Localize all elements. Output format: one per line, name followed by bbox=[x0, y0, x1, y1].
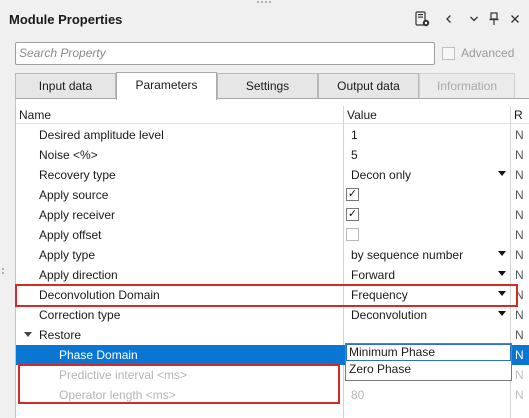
pin-icon[interactable] bbox=[485, 10, 503, 28]
property-extra: N bbox=[515, 388, 524, 402]
property-name: Recovery type bbox=[39, 168, 116, 182]
property-name: Deconvolution Domain bbox=[39, 288, 160, 302]
advanced-label: Advanced bbox=[461, 46, 515, 60]
property-name: Apply source bbox=[39, 188, 109, 202]
property-row[interactable]: Apply offset N bbox=[16, 225, 529, 245]
property-row[interactable]: Deconvolution Domain Frequency N bbox=[16, 285, 529, 305]
property-value[interactable]: Frequency bbox=[351, 288, 408, 302]
chevron-left-icon[interactable] bbox=[440, 10, 458, 28]
property-row[interactable]: Apply type by sequence number N bbox=[16, 245, 529, 265]
tab-settings[interactable]: Settings bbox=[217, 73, 318, 98]
phase-domain-dropdown[interactable]: Minimum Phase Zero Phase bbox=[345, 343, 512, 381]
property-value[interactable]: Forward bbox=[351, 268, 395, 282]
panel-header: Module Properties bbox=[0, 0, 529, 40]
apply-receiver-checkbox[interactable]: ✓ bbox=[346, 208, 359, 221]
property-name: Phase Domain bbox=[59, 348, 138, 362]
property-row[interactable]: Correction type Deconvolution N bbox=[16, 305, 529, 325]
tab-input-data[interactable]: Input data bbox=[15, 73, 116, 98]
property-extra: N bbox=[515, 308, 524, 322]
dropdown-arrow-icon[interactable] bbox=[498, 311, 506, 316]
dropdown-option[interactable]: Zero Phase bbox=[346, 361, 511, 378]
property-name: Correction type bbox=[39, 308, 121, 322]
dropdown-arrow-icon[interactable] bbox=[498, 291, 506, 296]
property-row[interactable]: Desired amplitude level 1 N bbox=[16, 125, 529, 145]
property-value[interactable]: 5 bbox=[351, 148, 358, 162]
property-name: Apply offset bbox=[39, 228, 102, 242]
advanced-checkbox[interactable] bbox=[442, 46, 455, 60]
column-header-value[interactable]: Value bbox=[347, 108, 377, 122]
property-name: Predictive interval <ms> bbox=[59, 368, 188, 382]
property-extra: N bbox=[515, 288, 524, 302]
property-row[interactable]: Apply source ✓ N bbox=[16, 185, 529, 205]
property-row[interactable]: Apply direction Forward N bbox=[16, 265, 529, 285]
tab-output-data[interactable]: Output data bbox=[318, 73, 419, 98]
property-extra: N bbox=[515, 208, 524, 222]
grid-header: Name Value R bbox=[16, 106, 529, 124]
property-extra: N bbox=[515, 268, 524, 282]
side-resize-grip[interactable] bbox=[2, 268, 5, 278]
property-value[interactable]: 1 bbox=[351, 128, 358, 142]
property-name: Apply direction bbox=[39, 268, 118, 282]
property-extra: N bbox=[515, 168, 524, 182]
collapse-triangle-icon[interactable] bbox=[24, 332, 32, 337]
column-header-name[interactable]: Name bbox=[19, 108, 51, 122]
apply-source-checkbox[interactable]: ✓ bbox=[346, 188, 359, 201]
chevron-down-icon[interactable] bbox=[465, 10, 483, 28]
tab-bar: Input data Parameters Settings Output da… bbox=[15, 72, 515, 100]
property-extra: N bbox=[515, 348, 524, 362]
property-row-disabled: Operator length <ms> 80 N bbox=[16, 385, 529, 405]
property-value[interactable]: by sequence number bbox=[351, 248, 463, 262]
property-extra: N bbox=[515, 328, 524, 342]
property-extra: N bbox=[515, 368, 524, 382]
property-value[interactable]: Deconvolution bbox=[351, 308, 427, 322]
property-extra: N bbox=[515, 248, 524, 262]
property-group-row[interactable]: Restore N bbox=[16, 325, 529, 345]
search-input[interactable]: Search Property bbox=[15, 42, 435, 65]
tab-information: Information bbox=[419, 73, 515, 98]
column-header-r[interactable]: R bbox=[514, 108, 523, 122]
property-name: Apply receiver bbox=[39, 208, 116, 222]
property-row[interactable]: Recovery type Decon only N bbox=[16, 165, 529, 185]
property-extra: N bbox=[515, 228, 524, 242]
property-extra: N bbox=[515, 128, 524, 142]
property-name: Operator length <ms> bbox=[59, 388, 176, 402]
property-name: Noise <%> bbox=[39, 148, 98, 162]
property-group-name: Restore bbox=[39, 328, 82, 342]
property-name: Desired amplitude level bbox=[39, 128, 164, 142]
dropdown-arrow-icon[interactable] bbox=[498, 271, 506, 276]
property-row[interactable]: Noise <%> 5 N bbox=[16, 145, 529, 165]
panel-title: Module Properties bbox=[9, 12, 123, 27]
property-row[interactable]: Apply receiver ✓ N bbox=[16, 205, 529, 225]
dropdown-arrow-icon[interactable] bbox=[498, 171, 506, 176]
device-settings-icon[interactable] bbox=[413, 10, 431, 28]
property-name: Apply type bbox=[39, 248, 96, 262]
property-extra: N bbox=[515, 188, 524, 202]
property-value[interactable]: Decon only bbox=[351, 168, 411, 182]
dropdown-arrow-icon[interactable] bbox=[498, 251, 506, 256]
apply-offset-checkbox[interactable] bbox=[346, 228, 359, 241]
property-extra: N bbox=[515, 148, 524, 162]
tab-parameters[interactable]: Parameters bbox=[116, 72, 217, 100]
dropdown-option[interactable]: Minimum Phase bbox=[346, 344, 511, 361]
property-value: 80 bbox=[351, 388, 365, 402]
advanced-toggle[interactable]: Advanced bbox=[442, 46, 514, 60]
close-icon[interactable] bbox=[506, 10, 524, 28]
